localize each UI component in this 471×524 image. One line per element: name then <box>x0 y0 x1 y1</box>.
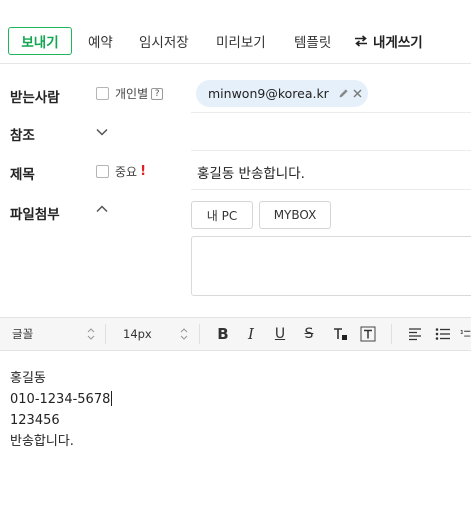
swap-arrows-icon <box>355 35 367 47</box>
send-to-self-label: 내게쓰기 <box>373 35 423 51</box>
divider <box>391 324 392 344</box>
preview-button[interactable]: 미리보기 <box>216 27 266 55</box>
help-icon[interactable]: ? <box>151 87 164 100</box>
mail-body-editor[interactable]: 홍길동 010-1234-5678 123456 반송합니다. <box>10 368 113 452</box>
font-family-select[interactable]: 글꼴 <box>12 318 33 350</box>
compose-toolbar: 보내기 예약 임시저장 미리보기 템플릿 내게쓰기 <box>0 0 471 64</box>
chevron-up-icon[interactable] <box>95 204 109 214</box>
divider <box>191 189 471 190</box>
important-label: 중요 <box>115 165 138 179</box>
bullet-list-icon[interactable] <box>434 325 452 343</box>
align-left-icon[interactable] <box>406 325 424 343</box>
cc-label: 참조 <box>10 128 35 144</box>
attach-my-pc-button[interactable]: 내 PC <box>191 201 253 229</box>
bold-icon[interactable]: B <box>214 325 232 343</box>
chevron-down-icon[interactable] <box>95 127 109 137</box>
underline-icon[interactable]: U <box>271 325 289 343</box>
text-color-icon[interactable] <box>331 325 349 343</box>
attach-mybox-button[interactable]: MYBOX <box>259 201 331 229</box>
body-line: 123456 <box>10 413 60 428</box>
attach-label: 파일첨부 <box>10 207 60 223</box>
numbered-list-icon[interactable] <box>460 325 471 343</box>
body-line: 반송합니다. <box>10 434 74 449</box>
subject-input[interactable]: 홍길동 반송합니다. <box>197 162 305 182</box>
reserve-button[interactable]: 예약 <box>88 27 113 55</box>
template-button[interactable]: 템플릿 <box>294 27 331 55</box>
individual-label: 개인별 <box>115 87 149 101</box>
individual-checkbox[interactable] <box>96 87 109 100</box>
important-mark: ! <box>140 164 147 179</box>
divider <box>199 324 200 344</box>
important-checkbox[interactable] <box>96 165 109 178</box>
recipient-chip[interactable]: minwon9@korea.kr <box>196 80 368 107</box>
pencil-icon[interactable] <box>338 88 349 99</box>
text-background-icon[interactable] <box>359 325 377 343</box>
divider <box>191 112 471 113</box>
body-line-text: 010-1234-5678 <box>10 392 111 407</box>
save-draft-button[interactable]: 임시저장 <box>139 27 189 55</box>
individual-option: 개인별 ? <box>115 85 164 102</box>
subject-label: 제목 <box>10 167 35 183</box>
to-label: 받는사람 <box>10 90 60 106</box>
recipient-address: minwon9@korea.kr <box>208 86 329 101</box>
stepper-icon[interactable] <box>87 326 95 342</box>
text-caret <box>111 391 113 406</box>
close-icon[interactable] <box>353 89 362 98</box>
italic-icon[interactable]: I <box>242 325 260 343</box>
font-size-select[interactable]: 14px <box>123 318 152 350</box>
important-option: 중요 ! <box>115 163 146 180</box>
editor-toolbar: 글꼴 14px B I U S <box>0 317 471 351</box>
send-to-self-button[interactable]: 내게쓰기 <box>354 27 423 55</box>
send-button[interactable]: 보내기 <box>8 27 72 55</box>
strikethrough-icon[interactable]: S <box>300 325 318 343</box>
stepper-icon[interactable] <box>180 326 188 342</box>
body-line: 010-1234-5678 <box>10 389 113 410</box>
divider <box>105 324 106 344</box>
attachment-drop-area[interactable] <box>191 236 471 296</box>
divider <box>191 150 471 151</box>
body-line: 홍길동 <box>10 371 46 386</box>
